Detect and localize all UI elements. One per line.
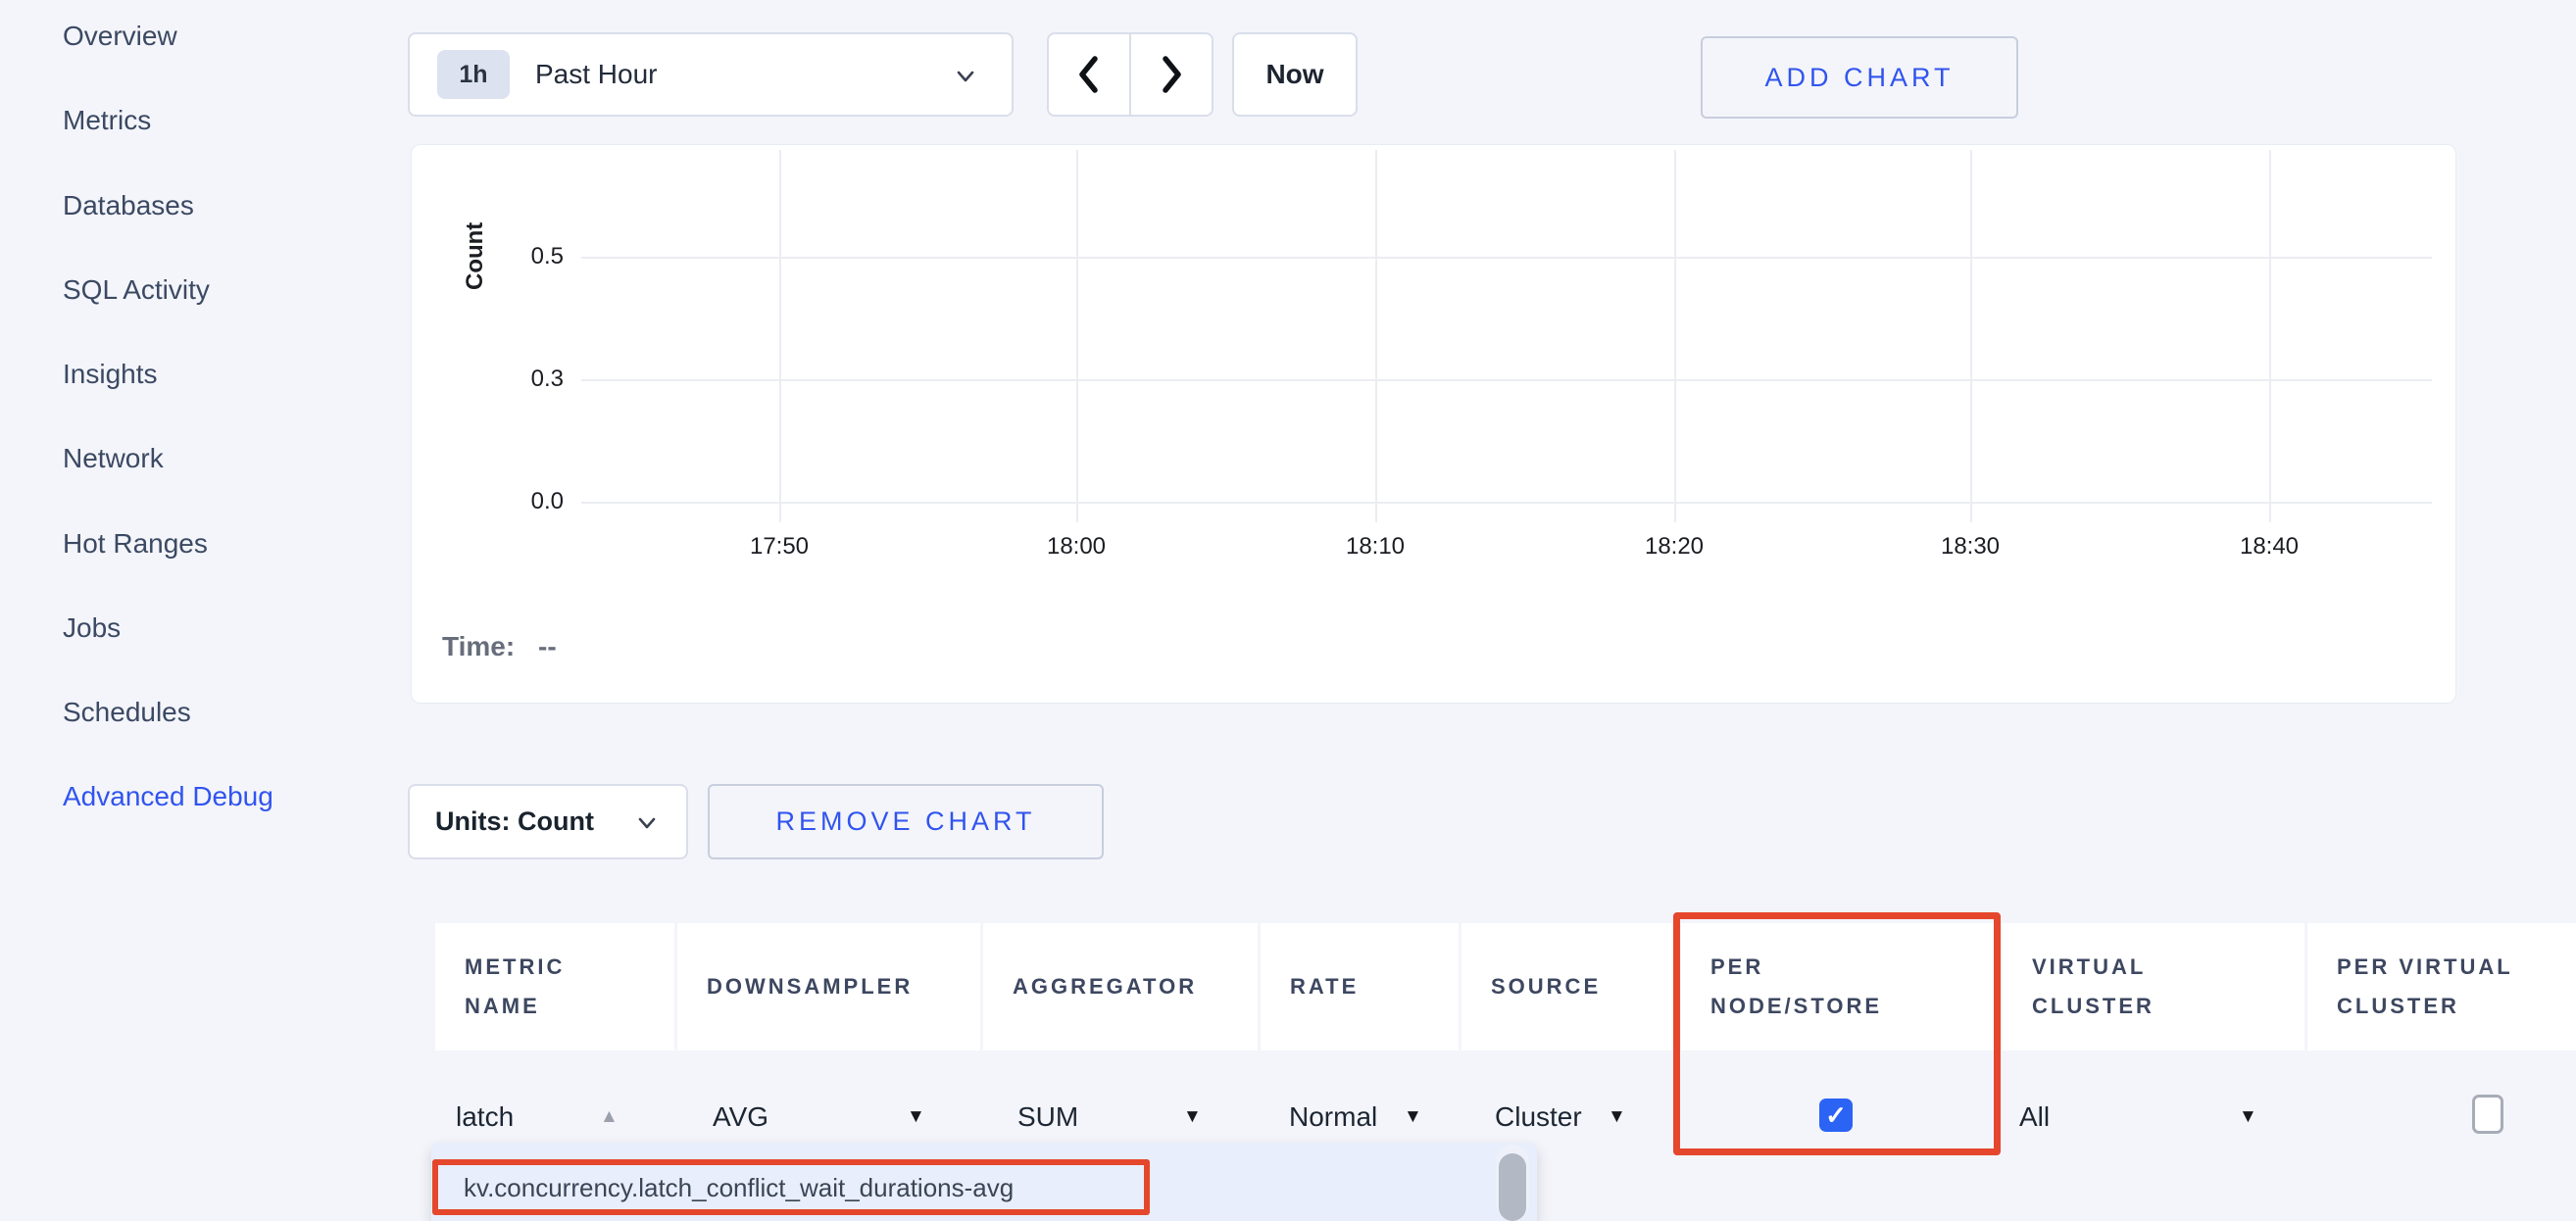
- sidebar-item-hot-ranges[interactable]: Hot Ranges: [63, 524, 208, 563]
- chart-plot-area[interactable]: [581, 150, 2432, 522]
- header-line: NAME: [465, 987, 674, 1026]
- header-line: METRIC: [465, 948, 674, 987]
- chart-x-tick: 18:20: [1615, 532, 1733, 562]
- chart-y-axis-label: Count: [459, 181, 492, 330]
- header-line: CLUSTER: [2337, 987, 2576, 1026]
- chevron-down-icon: [631, 809, 663, 837]
- caret-down-icon[interactable]: ▼: [1404, 1104, 1422, 1130]
- header-line: RATE: [1290, 967, 1459, 1006]
- header-line: DOWNSAMPLER: [707, 967, 980, 1006]
- column-header-source: SOURCE: [1461, 923, 1678, 1050]
- header-line: VIRTUAL: [2032, 948, 2304, 987]
- chart-x-tick: 17:50: [720, 532, 838, 562]
- advanced-debug-custom-chart-page: Overview Metrics Databases SQL Activity …: [0, 0, 2576, 1221]
- add-chart-button[interactable]: ADD CHART: [1701, 36, 2018, 119]
- chevron-left-icon: [1074, 53, 1104, 96]
- header-line: SOURCE: [1491, 967, 1678, 1006]
- column-header-per-node-store: PERNODE/STORE: [1681, 923, 1994, 1050]
- chart-x-tick: 18:40: [2210, 532, 2328, 562]
- per-node-store-checkbox[interactable]: ✓: [1819, 1099, 1853, 1132]
- sidebar-item-schedules[interactable]: Schedules: [63, 693, 191, 732]
- time-range-dropdown[interactable]: 1h Past Hour: [408, 32, 1014, 117]
- chart-x-tick: 18:30: [1911, 532, 2029, 562]
- metric-name-input[interactable]: latch: [456, 1099, 514, 1135]
- caret-down-icon[interactable]: ▼: [1183, 1104, 1202, 1130]
- chevron-down-icon: [949, 62, 982, 91]
- column-header-downsampler: DOWNSAMPLER: [677, 923, 980, 1050]
- rate-select[interactable]: Normal: [1289, 1099, 1377, 1135]
- units-dropdown[interactable]: Units: Count: [408, 784, 688, 859]
- dropdown-scrollbar-thumb[interactable]: [1499, 1153, 1526, 1221]
- header-line: NODE/STORE: [1710, 987, 1994, 1026]
- sidebar-item-databases[interactable]: Databases: [63, 186, 194, 225]
- caret-down-icon[interactable]: ▼: [2239, 1104, 2257, 1130]
- sidebar-item-advanced-debug[interactable]: Advanced Debug: [63, 777, 273, 816]
- sidebar-item-overview[interactable]: Overview: [63, 17, 177, 56]
- chart-x-tick: 18:00: [1017, 532, 1135, 562]
- chart-y-tick: 0.3: [495, 363, 564, 396]
- column-header-rate: RATE: [1261, 923, 1459, 1050]
- column-header-per-virtual-cluster: PER VIRTUALCLUSTER: [2307, 923, 2576, 1050]
- header-line: PER VIRTUAL: [2337, 948, 2576, 987]
- chart-hover-time-label: Time:: [442, 631, 515, 662]
- column-header-aggregator: AGGREGATOR: [983, 923, 1258, 1050]
- remove-chart-button[interactable]: REMOVE CHART: [708, 784, 1104, 859]
- time-step-buttons: [1047, 32, 1214, 117]
- sidebar-item-network[interactable]: Network: [63, 439, 164, 478]
- chart-panel: [411, 144, 2456, 704]
- header-line: AGGREGATOR: [1013, 967, 1258, 1006]
- column-header-metric-name: METRICNAME: [435, 923, 674, 1050]
- time-forward-button[interactable]: [1131, 34, 1212, 115]
- downsampler-select[interactable]: AVG: [713, 1099, 768, 1135]
- sidebar-item-sql-activity[interactable]: SQL Activity: [63, 270, 210, 310]
- virtual-cluster-select[interactable]: All: [2019, 1099, 2050, 1135]
- caret-up-icon[interactable]: ▲: [600, 1104, 619, 1130]
- column-header-virtual-cluster: VIRTUALCLUSTER: [2003, 923, 2304, 1050]
- units-dropdown-label: Units: Count: [435, 806, 594, 837]
- time-range-badge: 1h: [437, 50, 510, 99]
- time-back-button[interactable]: [1049, 34, 1131, 115]
- now-button[interactable]: Now: [1232, 32, 1358, 117]
- chart-x-tick: 18:10: [1316, 532, 1434, 562]
- metric-suggestion-item[interactable]: kv.concurrency.latch_conflict_wait_durat…: [438, 1165, 1140, 1210]
- chart-y-tick: 0.0: [495, 485, 564, 518]
- check-icon: ✓: [1825, 1100, 1847, 1131]
- chart-hover-time-value: --: [538, 631, 557, 662]
- time-range-label: Past Hour: [535, 59, 658, 90]
- caret-down-icon[interactable]: ▼: [907, 1104, 925, 1130]
- header-line: PER: [1710, 948, 1994, 987]
- chevron-right-icon: [1157, 53, 1186, 96]
- caret-down-icon[interactable]: ▼: [1608, 1104, 1626, 1130]
- sidebar-item-insights[interactable]: Insights: [63, 355, 158, 394]
- per-virtual-cluster-checkbox[interactable]: ✓: [2472, 1095, 2503, 1134]
- aggregator-select[interactable]: SUM: [1017, 1099, 1078, 1135]
- sidebar-item-jobs[interactable]: Jobs: [63, 609, 121, 648]
- source-select[interactable]: Cluster: [1495, 1099, 1582, 1135]
- header-line: CLUSTER: [2032, 987, 2304, 1026]
- chart-y-tick: 0.5: [495, 240, 564, 273]
- sidebar-item-metrics[interactable]: Metrics: [63, 101, 151, 140]
